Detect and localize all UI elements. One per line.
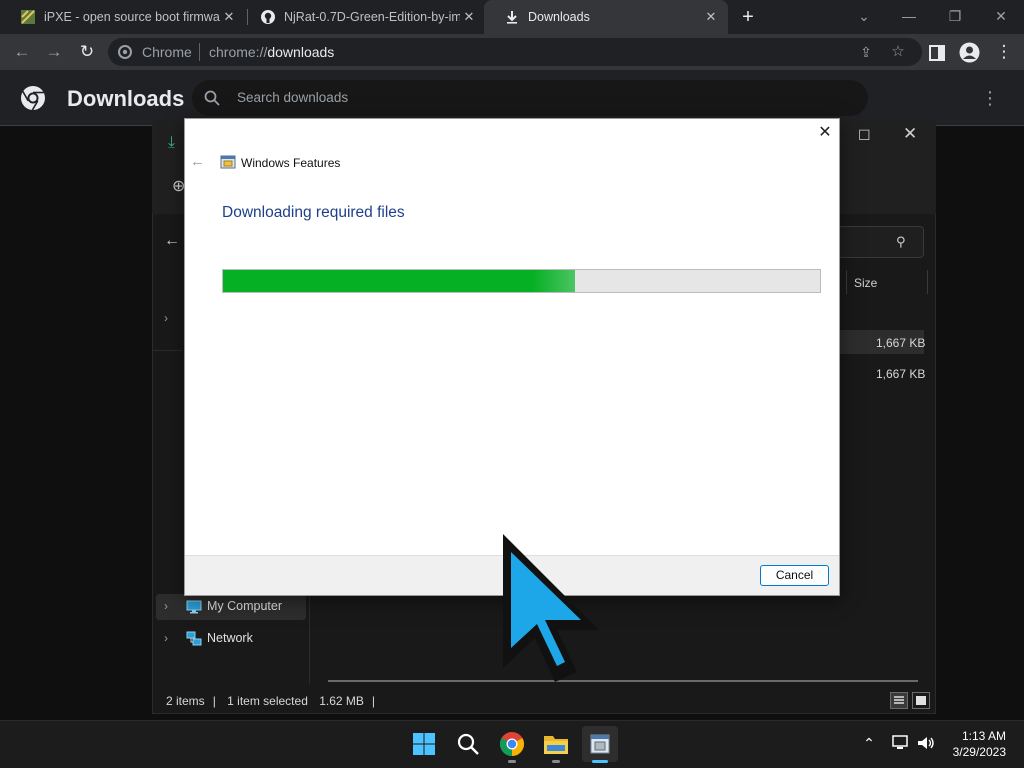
explorer-search-input[interactable] <box>838 226 924 258</box>
file-explorer-taskbar-button[interactable] <box>538 726 574 762</box>
bookmark-star-icon[interactable]: ☆ <box>886 40 910 64</box>
profile-avatar-icon[interactable] <box>959 42 980 63</box>
search-placeholder: Search downloads <box>237 90 349 105</box>
windows-features-app-icon <box>220 155 236 169</box>
active-indicator <box>592 760 608 763</box>
close-tab-icon[interactable]: ✕ <box>704 10 718 24</box>
tab-title: iPXE - open source boot firmware <box>44 10 220 24</box>
windows-logo-icon <box>413 733 435 755</box>
show-hidden-icons-chevron-icon[interactable]: ⌃ <box>860 734 878 752</box>
tab-title: Downloads <box>528 10 590 24</box>
tab-ipxe[interactable]: iPXE - open source boot firmware ✕ <box>0 0 246 34</box>
file-size: 1,667 KB <box>876 336 926 350</box>
minimize-icon[interactable]: — <box>897 5 921 27</box>
page-title: Downloads <box>67 86 185 111</box>
dialog-close-icon[interactable]: ✕ <box>816 124 834 142</box>
address-url: chrome://downloads <box>209 44 335 60</box>
chrome-logo-icon <box>21 86 45 111</box>
search-icon <box>457 733 479 755</box>
tab-search-icon[interactable]: ⌄ <box>852 5 876 27</box>
volume-icon[interactable] <box>916 735 936 751</box>
forward-icon[interactable]: → <box>42 40 66 64</box>
nav-item-my-computer[interactable]: My Computer <box>207 599 282 613</box>
chrome-taskbar-button[interactable] <box>494 726 530 762</box>
start-button[interactable] <box>406 726 442 762</box>
status-size: 1.62 MB <box>319 694 364 708</box>
dialog-back-icon: ← <box>190 153 205 170</box>
status-item-count: 2 items <box>166 694 205 708</box>
chrome-site-icon <box>118 45 132 59</box>
network-status-icon[interactable] <box>892 735 910 751</box>
chrome-menu-icon[interactable]: ⋮ <box>992 40 1016 64</box>
windows-features-taskbar-button[interactable] <box>582 726 618 762</box>
large-icons-view-icon[interactable] <box>912 692 930 709</box>
ipxe-favicon-icon <box>20 9 36 25</box>
download-progress-bar <box>222 269 821 293</box>
progress-fill <box>223 270 576 292</box>
explorer-close-icon[interactable]: ✕ <box>903 124 923 144</box>
side-panel-icon[interactable] <box>929 45 945 61</box>
address-site-label: Chrome <box>142 44 192 60</box>
file-size: 1,667 KB <box>876 367 926 381</box>
cancel-button[interactable]: Cancel <box>760 565 829 586</box>
restore-icon[interactable]: ❐ <box>943 5 967 27</box>
tab-strip: iPXE - open source boot firmware ✕ NjRat… <box>0 0 1024 34</box>
downloads-folder-icon: ⤓ <box>168 134 176 151</box>
clock-time[interactable]: 1:13 AM <box>958 729 1006 743</box>
nav-item-network[interactable]: Network <box>207 631 253 645</box>
folder-icon <box>544 736 568 754</box>
status-selected: 1 item selected <box>227 694 308 708</box>
close-tab-icon[interactable]: ✕ <box>222 10 236 24</box>
chrome-icon <box>499 732 525 756</box>
dialog-heading: Downloading required files <box>222 204 405 221</box>
github-icon <box>260 9 276 25</box>
tab-downloads[interactable]: Downloads ✕ <box>484 0 728 34</box>
chevron-right-icon[interactable]: › <box>164 311 168 325</box>
network-icon <box>186 631 202 646</box>
running-indicator <box>552 760 560 763</box>
chevron-right-icon[interactable]: › <box>164 631 168 645</box>
search-button[interactable] <box>450 726 486 762</box>
horizontal-scrollbar[interactable] <box>328 680 918 682</box>
details-view-icon[interactable] <box>890 692 908 709</box>
chevron-right-icon[interactable]: › <box>164 599 168 613</box>
maximize-icon[interactable]: ☐ <box>858 127 874 143</box>
dialog-app-title: Windows Features <box>241 156 341 170</box>
size-column-header[interactable]: Size <box>854 276 877 290</box>
downloads-menu-icon[interactable]: ⋮ <box>980 88 1000 108</box>
tab-title: NjRat-0.7D-Green-Edition-by-im <box>284 10 460 24</box>
windows-features-dialog <box>184 118 840 596</box>
running-indicator <box>508 760 516 763</box>
column-divider <box>846 270 847 294</box>
computer-icon <box>186 600 202 614</box>
download-icon <box>504 9 520 25</box>
divider <box>152 350 182 351</box>
address-divider <box>199 43 200 61</box>
explorer-status-bar: 2 items | 1 item selected 1.62 MB | <box>166 694 376 708</box>
search-icon: ⚲ <box>896 234 906 249</box>
close-window-icon[interactable]: ✕ <box>989 5 1013 27</box>
tab-njrat[interactable]: NjRat-0.7D-Green-Edition-by-im ✕ <box>240 0 486 34</box>
search-icon <box>204 90 220 106</box>
windows-features-app-icon <box>590 734 610 754</box>
back-icon[interactable]: ← <box>10 40 34 64</box>
close-tab-icon[interactable]: ✕ <box>462 10 476 24</box>
reload-icon[interactable]: ↻ <box>75 40 99 64</box>
new-tab-icon[interactable]: + <box>738 7 758 27</box>
share-icon[interactable]: ⇪ <box>854 40 878 64</box>
mouse-cursor-icon <box>503 534 599 682</box>
clock-date[interactable]: 3/29/2023 <box>944 745 1006 759</box>
column-divider <box>927 270 928 294</box>
